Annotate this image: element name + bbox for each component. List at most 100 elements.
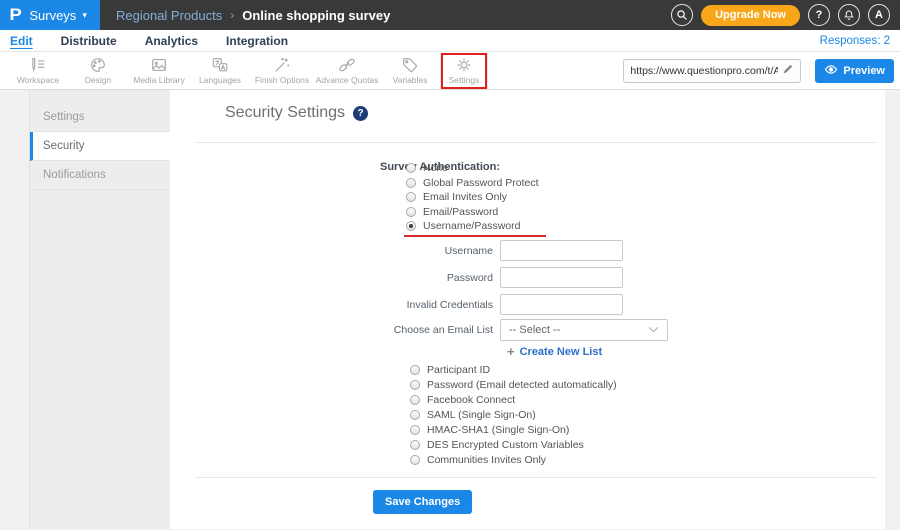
auth-option-facebook-connect[interactable]: Facebook Connect (410, 392, 617, 407)
radio-button[interactable] (406, 163, 416, 174)
topbar-actions: Upgrade Now ? A (671, 4, 890, 26)
bell-icon[interactable] (838, 4, 860, 26)
auth-option-none[interactable]: None (406, 161, 539, 176)
sidebar-item-notifications[interactable]: Notifications (30, 161, 170, 190)
chevron-down-icon[interactable]: ▾ (82, 10, 87, 21)
toolbar-item-variables[interactable]: Variables (380, 53, 440, 89)
radio-button[interactable] (410, 439, 420, 450)
tab-distribute[interactable]: Distribute (61, 34, 117, 48)
radio-button[interactable] (410, 394, 420, 405)
email-list-select[interactable]: -- Select -- (500, 319, 668, 341)
responses-count[interactable]: Responses: 2 (820, 35, 890, 47)
auth-options-top: None Global Password Protect Email Invit… (406, 161, 539, 234)
chain-link-icon (338, 56, 356, 74)
radio-button-selected[interactable] (406, 221, 416, 232)
auth-option-email-invites-only[interactable]: Email Invites Only (406, 190, 539, 205)
toolbar-item-languages[interactable]: Languages (190, 53, 250, 89)
media-library-icon (150, 56, 168, 74)
tab-analytics[interactable]: Analytics (145, 34, 198, 48)
radio-button[interactable] (406, 206, 416, 217)
sidebar-item-settings[interactable]: Settings (30, 103, 170, 132)
auth-option-des-encrypted[interactable]: DES Encrypted Custom Variables (410, 437, 617, 452)
logo-section[interactable]: P Surveys ▾ (0, 0, 100, 30)
toolbar-item-media-library[interactable]: Media Library (128, 53, 190, 89)
breadcrumb: Regional Products › Online shopping surv… (116, 8, 390, 23)
body-area: Settings Security Notifications Security… (0, 90, 900, 529)
survey-url-input[interactable] (630, 64, 779, 77)
toolbar-item-workspace[interactable]: Workspace (8, 53, 68, 89)
auth-option-saml[interactable]: SAML (Single Sign-On) (410, 407, 617, 422)
workspace-icon (29, 56, 47, 74)
create-new-list-link[interactable]: + Create New List (507, 344, 602, 359)
avatar[interactable]: A (868, 4, 890, 26)
toolbar-right: Preview (623, 58, 894, 83)
username-label: Username (444, 244, 493, 257)
invalid-credentials-field[interactable] (500, 294, 623, 315)
settings-gear-icon (455, 56, 473, 74)
select-value: -- Select -- (509, 324, 561, 336)
surveys-menu[interactable]: Surveys (29, 8, 76, 23)
toolbar-item-advance-quotas[interactable]: Advance Quotas (314, 53, 380, 89)
preview-label: Preview (843, 64, 885, 77)
auth-option-global-password-protect[interactable]: Global Password Protect (406, 176, 539, 191)
toolbar: Workspace Design Media Library Languages… (0, 52, 900, 90)
search-icon[interactable] (671, 4, 694, 26)
security-settings-panel: Security Settings ? Survey Authenticatio… (170, 90, 885, 529)
tab-bar: Edit Distribute Analytics Integration Re… (0, 30, 900, 52)
radio-button[interactable] (406, 177, 416, 188)
password-field[interactable] (500, 267, 623, 288)
settings-sidebar: Settings Security Notifications (30, 90, 170, 529)
left-gutter (0, 90, 30, 529)
invalid-credentials-row: Invalid Credentials (170, 294, 623, 315)
invalid-credentials-label: Invalid Credentials (406, 298, 493, 311)
design-palette-icon (89, 56, 107, 74)
radio-button[interactable] (406, 192, 416, 203)
tab-integration[interactable]: Integration (226, 34, 288, 48)
help-icon[interactable]: ? (808, 4, 830, 26)
email-list-row: Choose an Email List -- Select -- (170, 319, 668, 341)
tag-icon (401, 56, 419, 74)
divider (195, 477, 877, 478)
breadcrumb-current: Online shopping survey (242, 7, 391, 23)
preview-button[interactable]: Preview (815, 58, 894, 83)
red-underline-annotation (404, 235, 546, 237)
auth-option-password-email-detected[interactable]: Password (Email detected automatically) (410, 377, 617, 392)
radio-button[interactable] (410, 424, 420, 435)
magic-wand-icon (273, 56, 291, 74)
upgrade-now-button[interactable]: Upgrade Now (701, 4, 800, 26)
sidebar-item-security[interactable]: Security (30, 132, 170, 161)
auth-option-participant-id[interactable]: Participant ID (410, 362, 617, 377)
toolbar-item-design[interactable]: Design (68, 53, 128, 89)
toolbar-separator (487, 52, 488, 89)
username-field[interactable] (500, 240, 623, 261)
divider (195, 142, 877, 143)
radio-button[interactable] (410, 454, 420, 465)
tab-edit[interactable]: Edit (10, 34, 33, 48)
eye-icon (824, 64, 838, 78)
help-question-icon[interactable]: ? (353, 105, 369, 121)
auth-options-bottom: Participant ID Password (Email detected … (410, 362, 617, 467)
email-list-label: Choose an Email List (393, 324, 493, 336)
radio-button[interactable] (410, 364, 420, 375)
auth-option-username-password[interactable]: Username/Password (406, 219, 539, 234)
auth-option-communities-invites[interactable]: Communities Invites Only (410, 452, 617, 467)
password-label: Password (446, 271, 493, 284)
right-gutter (885, 90, 900, 529)
questionpro-logo[interactable]: P (9, 5, 21, 25)
survey-url-box[interactable] (623, 58, 802, 83)
breadcrumb-separator: › (230, 8, 235, 22)
breadcrumb-parent[interactable]: Regional Products (116, 8, 222, 23)
topbar: P Surveys ▾ Regional Products › Online s… (0, 0, 900, 30)
save-changes-button[interactable]: Save Changes (373, 490, 473, 514)
auth-option-hmac-sha1[interactable]: HMAC-SHA1 (Single Sign-On) (410, 422, 617, 437)
radio-button[interactable] (410, 379, 420, 390)
languages-icon (211, 56, 229, 74)
username-row: Username (170, 240, 623, 261)
edit-pencil-icon[interactable] (782, 62, 794, 80)
auth-option-email-password[interactable]: Email/Password (406, 205, 539, 220)
toolbar-item-settings[interactable]: Settings (441, 52, 487, 89)
toolbar-item-finish-options[interactable]: Finish Options (250, 53, 314, 89)
radio-button[interactable] (410, 409, 420, 420)
plus-icon: + (507, 344, 515, 359)
password-row: Password (170, 267, 623, 288)
